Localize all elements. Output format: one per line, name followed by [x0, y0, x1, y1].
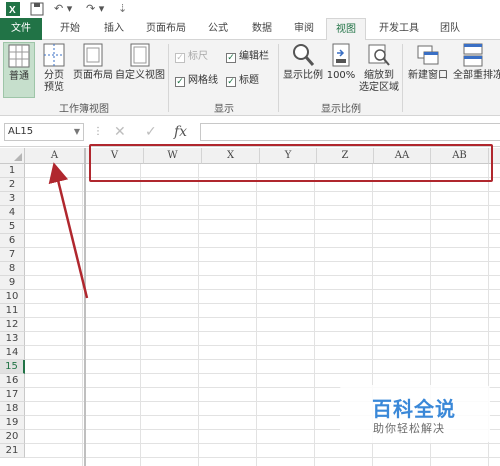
tab-file[interactable]: 文件 [0, 18, 42, 40]
arrange-all-icon [461, 42, 485, 68]
custom-views-icon [128, 42, 152, 68]
row-header[interactable]: 19 [0, 416, 25, 430]
zoom-group-label: 显示比例 [321, 104, 361, 115]
tab-insert[interactable]: 插入 [94, 18, 134, 40]
tab-team[interactable]: 团队 [430, 18, 470, 40]
watermark-subtitle: 助你轻松解决 [373, 422, 445, 435]
workbook-views-group-label: 工作簿视图 [59, 104, 109, 115]
checkbox-icon: ✓ [226, 77, 236, 87]
tab-home[interactable]: 开始 [50, 18, 90, 40]
row-header[interactable]: 6 [0, 234, 25, 248]
magnifier-icon [291, 42, 315, 68]
row-header[interactable]: 7 [0, 248, 25, 262]
normal-view-button[interactable]: 普通 [3, 42, 35, 98]
svg-text:X: X [9, 5, 16, 16]
ruler-checkbox[interactable]: ✓ 标尺 [175, 50, 208, 64]
ribbon-separator [278, 44, 279, 112]
headings-checkbox[interactable]: ✓ 标题 [226, 74, 259, 88]
excel-logo-icon: X [6, 2, 20, 16]
formula-bar: AL15 ▼ ⋮ ✕ ✓ fx [0, 117, 500, 147]
zoom-button[interactable]: 显示比例 [282, 42, 324, 82]
row-header[interactable]: 5 [0, 220, 25, 234]
save-icon[interactable] [30, 2, 44, 16]
watermark-title: 百科全说 [372, 397, 456, 421]
row-header[interactable]: 13 [0, 332, 25, 346]
select-all-button[interactable] [0, 148, 25, 164]
formula-input[interactable] [200, 123, 500, 141]
row-header-active[interactable]: 15 [0, 360, 25, 374]
ribbon-tabs: 文件 开始 插入 页面布局 公式 数据 审阅 视图 开发工具 团队 [0, 18, 500, 41]
new-window-button[interactable]: 新建窗口 [406, 42, 450, 82]
freeze-panes-icon [493, 42, 500, 68]
customize-toolbar-icon[interactable]: ⇣ [118, 2, 127, 16]
dropdown-arrow-icon[interactable]: ▼ [74, 124, 80, 140]
row-header[interactable]: 11 [0, 304, 25, 318]
page-layout-icon [81, 42, 105, 68]
row-header[interactable]: 18 [0, 402, 25, 416]
checkbox-icon: ✓ [226, 53, 236, 63]
column-header-a[interactable]: A [25, 148, 85, 164]
show-group-label: 显示 [214, 104, 234, 115]
name-box[interactable]: AL15 ▼ [4, 123, 84, 141]
zoom-to-selection-button[interactable]: 缩放到 选定区域 [358, 42, 400, 94]
tab-developer[interactable]: 开发工具 [372, 18, 426, 40]
tab-view[interactable]: 视图 [326, 18, 366, 41]
row-header[interactable]: 10 [0, 290, 25, 304]
more-options-icon: ⋮ [93, 126, 103, 137]
row-header[interactable]: 2 [0, 178, 25, 192]
tab-formulas[interactable]: 公式 [198, 18, 238, 40]
ribbon-separator [168, 44, 169, 112]
tab-page-layout[interactable]: 页面布局 [138, 18, 194, 40]
row-header[interactable]: 8 [0, 262, 25, 276]
checkbox-icon: ✓ [175, 77, 185, 87]
tab-data[interactable]: 数据 [242, 18, 282, 40]
page-break-preview-icon [42, 42, 66, 68]
row-header[interactable]: 12 [0, 318, 25, 332]
zoom-selection-icon [367, 42, 391, 68]
row-header[interactable]: 9 [0, 276, 25, 290]
custom-views-button[interactable]: 自定义视图 [114, 42, 166, 82]
checkbox-icon: ✓ [175, 53, 185, 63]
normal-view-icon [7, 43, 31, 69]
row-header[interactable]: 3 [0, 192, 25, 206]
annotation-highlight-box [89, 144, 493, 182]
ribbon-view: 普通 分页 预览 页面布局 自定义视图 工作簿视图 ✓ 标尺 ✓ 编辑栏 ✓ 网格线 … [0, 40, 500, 116]
row-header[interactable]: 4 [0, 206, 25, 220]
row-header[interactable]: 20 [0, 430, 25, 444]
redo-icon[interactable]: ↷ ▾ [86, 2, 104, 16]
hidden-columns-divider [84, 148, 86, 466]
ribbon-separator [402, 44, 403, 112]
new-window-icon [416, 42, 440, 68]
row-header[interactable]: 16 [0, 374, 25, 388]
row-header[interactable]: 1 [0, 164, 25, 178]
freeze-panes-button[interactable]: 冻 [493, 42, 500, 82]
row-header[interactable]: 14 [0, 346, 25, 360]
quick-access-toolbar: X ↶ ▾ ↷ ▾ ⇣ [0, 0, 500, 18]
enter-check-icon[interactable]: ✓ [145, 123, 157, 141]
cancel-icon[interactable]: ✕ [114, 123, 126, 141]
page-layout-view-button[interactable]: 页面布局 [72, 42, 114, 82]
undo-icon[interactable]: ↶ ▾ [54, 2, 72, 16]
page-break-preview-button[interactable]: 分页 预览 [38, 42, 70, 94]
zoom-100-button[interactable]: 100% [326, 42, 356, 82]
row-header[interactable]: 17 [0, 388, 25, 402]
formula-bar-checkbox[interactable]: ✓ 编辑栏 [226, 50, 269, 64]
insert-function-icon[interactable]: fx [174, 123, 187, 141]
tab-review[interactable]: 审阅 [284, 18, 324, 40]
select-all-icon [14, 153, 22, 161]
gridlines-checkbox[interactable]: ✓ 网格线 [175, 74, 218, 88]
arrange-all-button[interactable]: 全部重排 [451, 42, 495, 82]
zoom-100-icon [329, 42, 353, 68]
row-header[interactable]: 21 [0, 444, 25, 458]
